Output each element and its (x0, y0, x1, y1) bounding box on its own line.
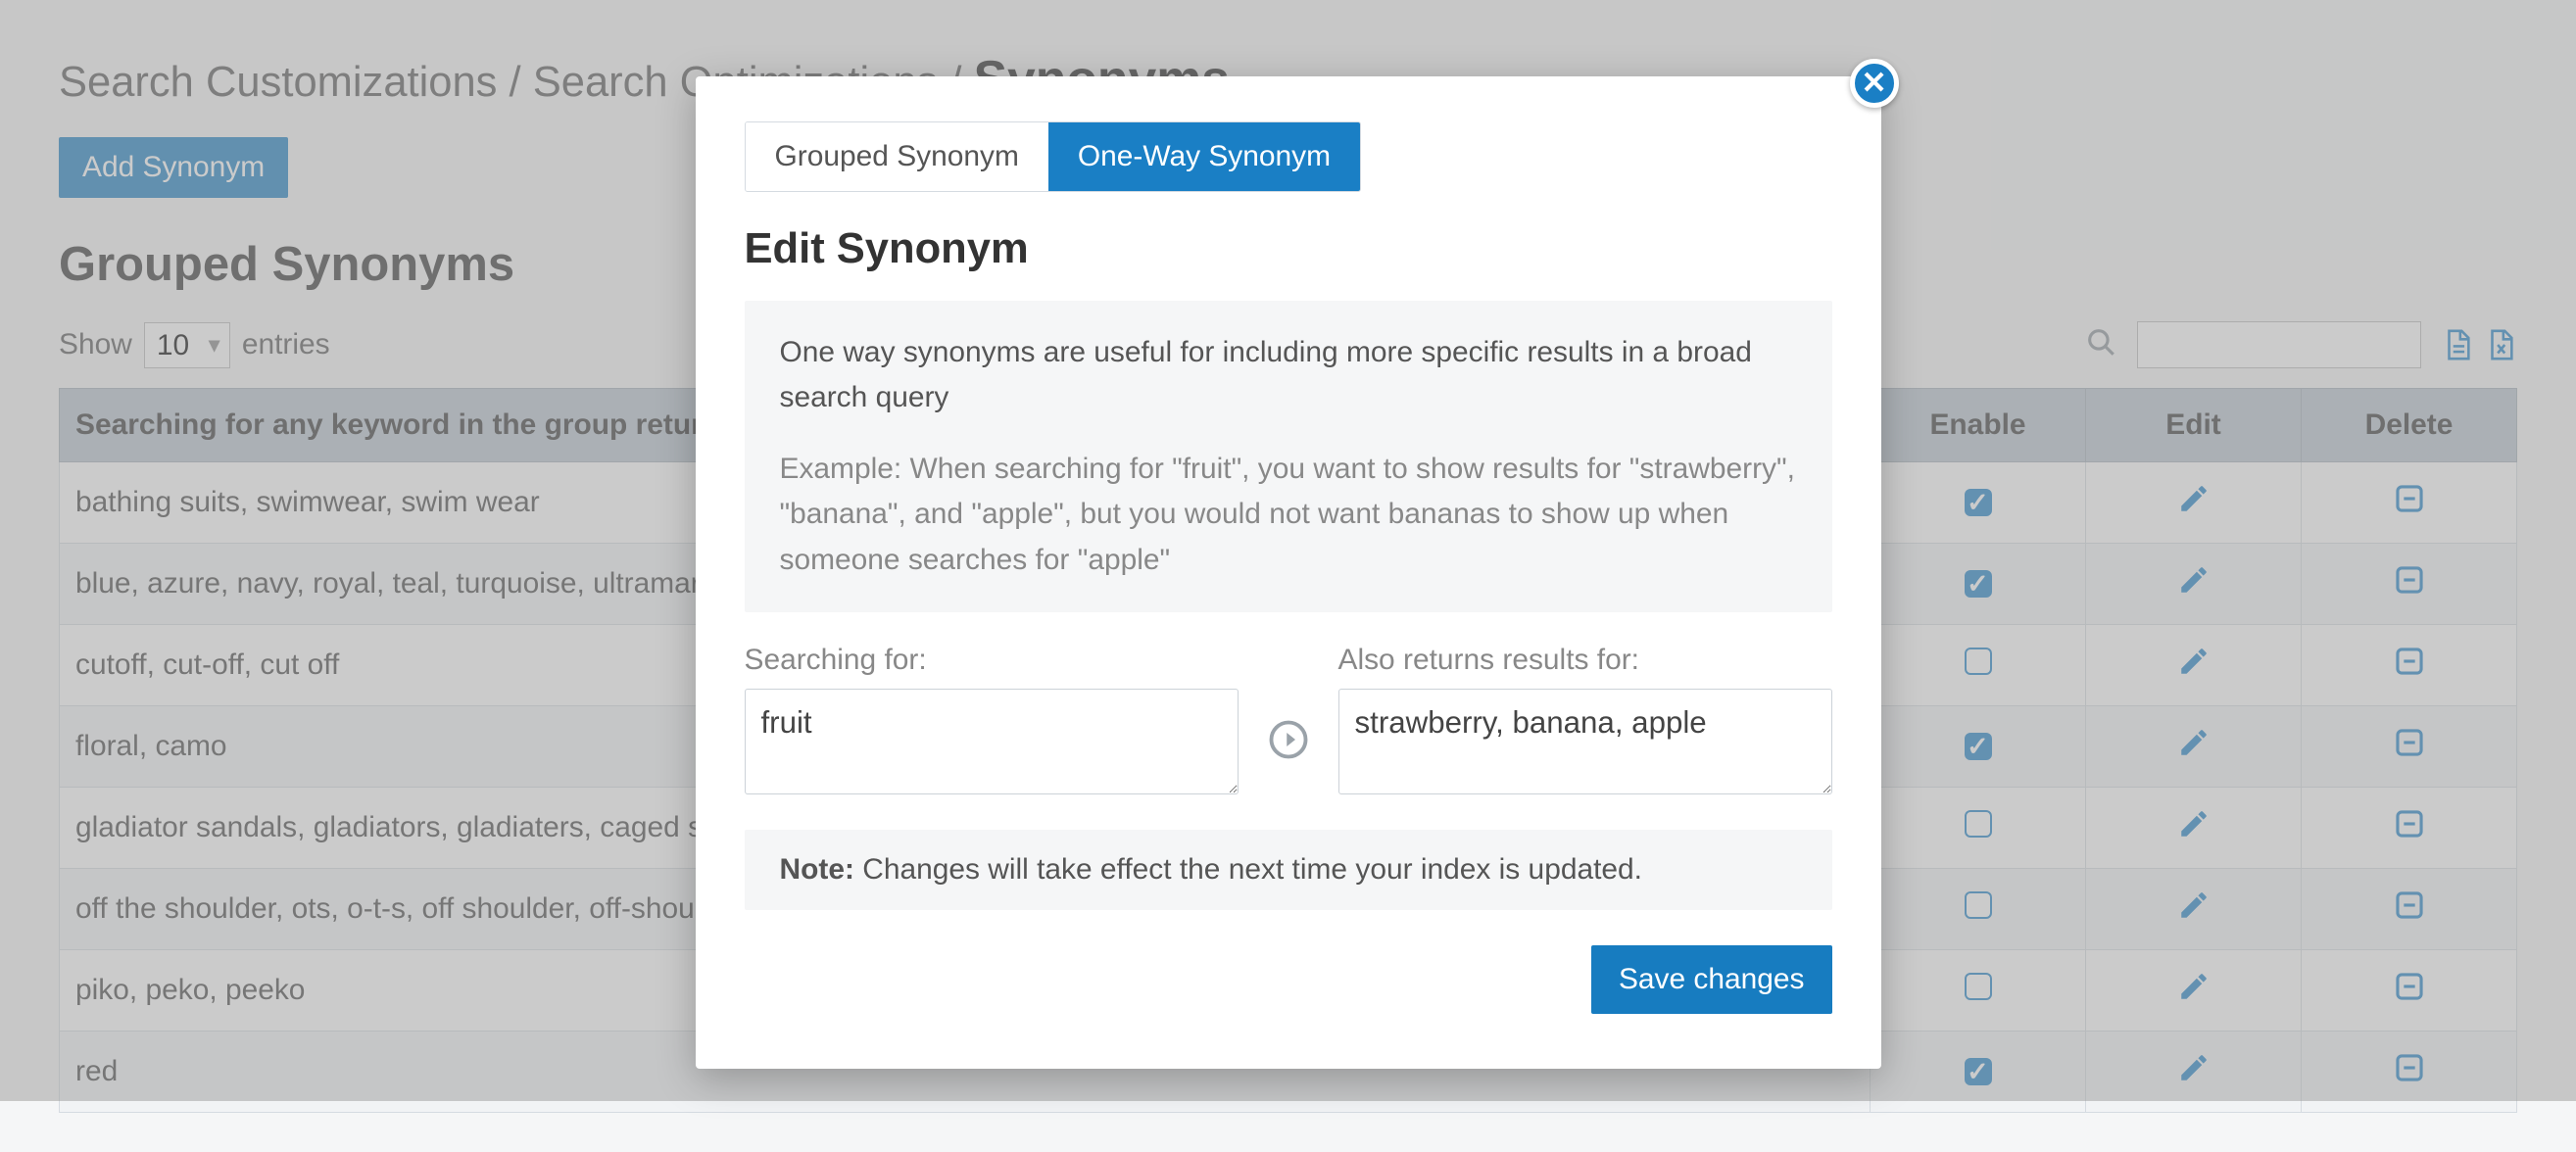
note-text: Changes will take effect the next time y… (854, 853, 1642, 886)
also-returns-input[interactable] (1338, 689, 1832, 794)
tab-oneway-synonym[interactable]: One-Way Synonym (1048, 122, 1360, 191)
searching-for-input[interactable] (745, 689, 1239, 794)
close-icon: ✕ (1861, 66, 1886, 101)
label-also-returns: Also returns results for: (1338, 644, 1832, 677)
modal-title: Edit Synonym (745, 225, 1832, 273)
tab-grouped-synonym[interactable]: Grouped Synonym (746, 122, 1048, 191)
note-prefix: Note: (780, 853, 854, 886)
save-changes-button[interactable]: Save changes (1591, 945, 1832, 1014)
note-box: Note: Changes will take effect the next … (745, 830, 1832, 910)
info-main-text: One way synonyms are useful for includin… (780, 330, 1797, 421)
edit-synonym-modal: ✕ Grouped Synonym One-Way Synonym Edit S… (696, 76, 1881, 1069)
info-box: One way synonyms are useful for includin… (745, 301, 1832, 612)
synonym-type-tabs: Grouped Synonym One-Way Synonym (745, 121, 1362, 192)
label-searching-for: Searching for: (745, 644, 1239, 677)
info-example-text: Example: When searching for "fruit", you… (780, 447, 1797, 583)
close-button[interactable]: ✕ (1850, 59, 1899, 108)
arrow-right-circle-icon (1268, 719, 1309, 767)
